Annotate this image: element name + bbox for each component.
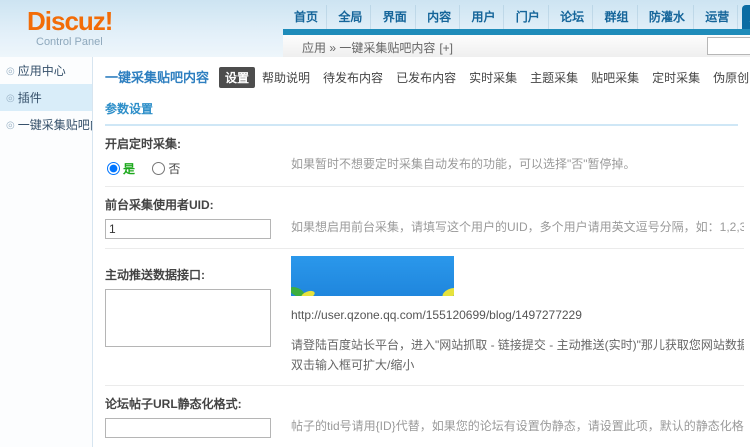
form-row-push-api: 主动推送数据接口: [105,249,744,386]
sidebar-item-label: 一键采集贴吧内容 [18,118,92,132]
sidebar-item-tieba-collector[interactable]: ◎一键采集贴吧内容 [0,111,92,138]
timed-no-label[interactable]: 否 [168,162,180,176]
nav-item-content[interactable]: 内容 [419,5,460,29]
sidebar-item-label: 插件 [18,91,42,105]
nav-item-users[interactable]: 用户 [463,5,504,29]
bullet-icon: ◎ [6,66,15,77]
tab-settings[interactable]: 设置 [219,67,255,88]
push-api-help-line2: 双击输入框可扩大/缩小 [291,356,744,376]
nav-item-global[interactable]: 全局 [330,5,371,29]
thread-url-label: 论坛帖子URL静态化格式: [105,393,291,418]
sidebar-item-app-center[interactable]: ◎应用中心 [0,57,92,84]
tab-scheduled-collect[interactable]: 定时采集 [646,67,706,88]
form-row-thread-url: 论坛帖子URL静态化格式: 帖子的tid号请用{ID}代替，如果您的论坛有设置伪… [105,386,744,447]
sidebar-item-label: 应用中心 [18,64,66,78]
tab-topic-collect[interactable]: 主题采集 [524,67,584,88]
push-api-help: 请登陆百度站长平台，进入"网站抓取 - 链接提交 - 主动推送(实时)"那儿获取… [291,336,744,376]
timed-collection-help: 如果暂时不想要定时采集自动发布的功能，可以选择"否"暂停掉。 [291,155,744,177]
nav-item-forum[interactable]: 论坛 [552,5,593,29]
push-api-example-url: http://user.qzone.qq.com/155120699/blog/… [291,308,744,322]
qzone-banner-image [291,256,454,296]
timed-yes-radio[interactable] [107,162,120,175]
nav-item-apps-active[interactable]: 应用 [742,5,750,29]
page-title: 一键采集贴吧内容 [105,67,209,86]
push-api-label: 主动推送数据接口: [105,256,291,289]
nav-item-groups[interactable]: 群组 [597,5,638,29]
section-title-params: 参数设置 [105,100,738,126]
form-row-timed-collection: 开启定时采集: 是 否 如果暂时不想要定时采集自动发布的功能，可以选择"否"暂停… [105,126,744,187]
tab-tieba-collect[interactable]: 贴吧采集 [585,67,645,88]
sidebar: ◎应用中心 ◎插件 ◎一键采集贴吧内容 [0,57,93,447]
nav-item-home[interactable]: 首页 [286,5,327,29]
plugin-tabs-row: 一键采集贴吧内容设置帮助说明待发布内容已发布内容实时采集主题采集贴吧采集定时采集… [93,57,750,88]
thread-url-help: 帖子的tid号请用{ID}代替，如果您的论坛有设置伪静态，请设置此项，默认的静态… [291,417,744,438]
tab-pending-content[interactable]: 待发布内容 [317,67,389,88]
discuz-admin-screen: Discuz! Control Panel 首页 全局 界面 内容 用户 门户 … [0,0,750,447]
top-nav: 首页 全局 界面 内容 用户 门户 论坛 群组 防灌水 运营 应用 工具 站长 … [286,5,750,29]
tab-pseudo-original[interactable]: 伪原创 [707,67,750,88]
front-uid-label: 前台采集使用者UID: [105,194,291,219]
main-panel: 一键采集贴吧内容设置帮助说明待发布内容已发布内容实时采集主题采集贴吧采集定时采集… [93,57,750,447]
logo-subtitle: Control Panel [36,36,103,48]
breadcrumb-text: 应用 » 一键采集贴吧内容 [302,41,435,55]
settings-form: 开启定时采集: 是 否 如果暂时不想要定时采集自动发布的功能，可以选择"否"暂停… [105,126,744,447]
header: Discuz! Control Panel 首页 全局 界面 内容 用户 门户 … [0,0,750,57]
tab-published-content[interactable]: 已发布内容 [390,67,462,88]
tab-help[interactable]: 帮助说明 [256,67,316,88]
front-uid-input[interactable] [105,219,271,239]
bullet-icon: ◎ [6,93,15,104]
nav-item-antispam[interactable]: 防灌水 [641,5,694,29]
admin-search-input[interactable] [707,37,750,55]
tab-realtime-collect[interactable]: 实时采集 [463,67,523,88]
timed-yes-label[interactable]: 是 [123,162,135,176]
sidebar-item-plugins[interactable]: ◎插件 [0,84,92,111]
nav-item-interface[interactable]: 界面 [375,5,416,29]
push-api-textarea[interactable] [105,289,271,347]
push-api-help-line1: 请登陆百度站长平台，进入"网站抓取 - 链接提交 - 主动推送(实时)"那儿获取… [291,336,744,356]
bullet-icon: ◎ [6,120,15,131]
thread-url-input[interactable] [105,418,271,438]
front-uid-help: 如果想启用前台采集，请填写这个用户的UID，多个用户请用英文逗号分隔，如：1,2… [291,218,744,239]
discuz-logo: Discuz! [27,6,112,37]
nav-item-portal[interactable]: 门户 [508,5,549,29]
timed-no-radio[interactable] [152,162,165,175]
nav-item-operation[interactable]: 运营 [697,5,738,29]
timed-collection-label: 开启定时采集: [105,133,291,158]
breadcrumb-add-button[interactable]: [+] [439,41,453,55]
breadcrumb: 应用 » 一键采集贴吧内容 [+] [302,39,453,56]
form-row-front-uid: 前台采集使用者UID: 如果想启用前台采集，请填写这个用户的UID，多个用户请用… [105,187,744,249]
breadcrumb-bar: 应用 » 一键采集贴吧内容 [+] [283,35,750,58]
